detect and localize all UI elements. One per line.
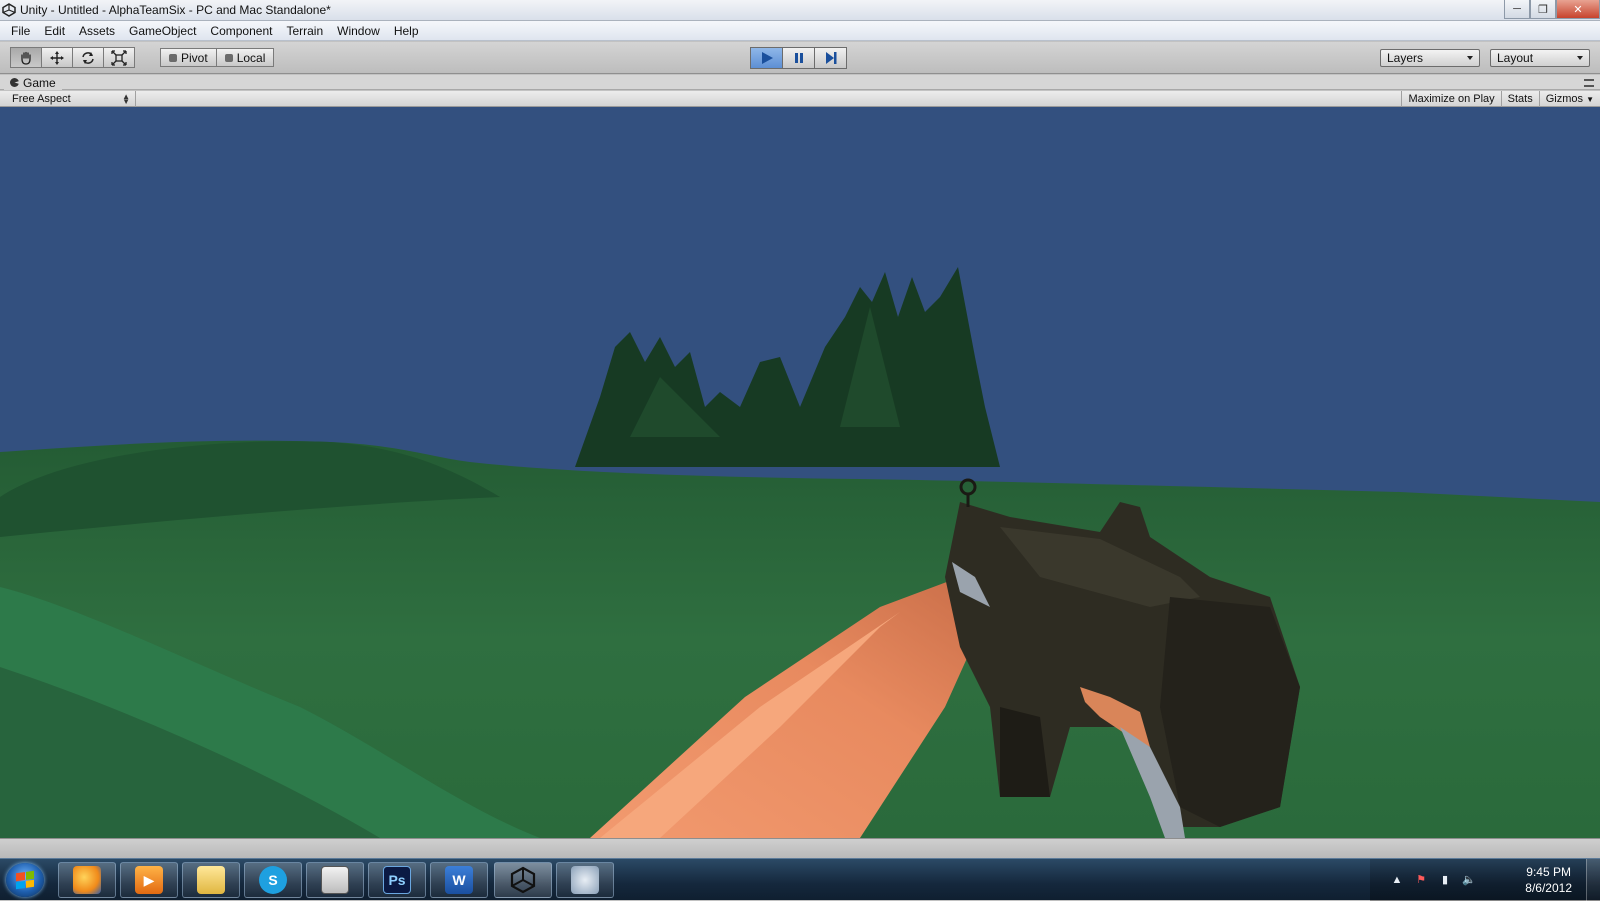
gizmos-label: Gizmos [1545, 93, 1584, 105]
layers-label: Layers [1387, 51, 1424, 65]
local-icon [224, 53, 233, 62]
move-tool-icon [50, 50, 64, 65]
file-explorer-icon [197, 866, 225, 894]
gizmos-dropdown[interactable]: Gizmos ▼ [1538, 91, 1600, 107]
menu-help[interactable]: Help [387, 24, 426, 38]
play-icon [761, 52, 773, 64]
stats-toggle[interactable]: Stats [1500, 91, 1539, 107]
chevron-down-icon [1467, 56, 1473, 60]
rotate-tool-button[interactable] [72, 47, 104, 68]
start-button[interactable] [6, 863, 44, 897]
layers-dropdown[interactable]: Layers [1380, 49, 1480, 67]
restore-icon: ❐ [1538, 3, 1548, 16]
menu-edit[interactable]: Edit [37, 24, 72, 38]
menu-terrain[interactable]: Terrain [279, 24, 330, 38]
minimize-icon: ─ [1513, 3, 1521, 15]
game-view-toolbar: Free Aspect ▲ ▼ Maximize on Play Stats Gi… [0, 91, 1600, 107]
taskbar-app-skype[interactable]: S [244, 862, 302, 898]
panel-menu-icon[interactable] [1584, 79, 1594, 87]
show-hidden-icons-icon[interactable]: ▲ [1390, 873, 1404, 887]
hand-tool-button[interactable] [10, 47, 42, 68]
game-viewport[interactable] [0, 107, 1600, 838]
taskbar-app-firefox[interactable] [58, 862, 116, 898]
main-toolbar: Pivot Local Layers Layout [0, 42, 1600, 74]
pivot-group: Pivot Local [160, 48, 275, 67]
gun-stock [1160, 597, 1300, 827]
minimize-button[interactable]: ─ [1504, 0, 1530, 19]
tab-game[interactable]: Game [4, 75, 62, 90]
game-panel-tabbar: Game [0, 75, 1600, 90]
menu-gameobject[interactable]: GameObject [122, 24, 203, 38]
close-icon: ✕ [1573, 3, 1583, 16]
rotate-tool-icon [82, 51, 94, 64]
firefox-icon [73, 866, 101, 894]
menu-assets[interactable]: Assets [72, 24, 122, 38]
volume-icon[interactable]: 🔈 [1462, 873, 1476, 887]
local-button[interactable]: Local [215, 48, 275, 67]
playback-controls [750, 47, 847, 69]
taskbar-app-network[interactable] [556, 862, 614, 898]
clock-date: 8/6/2012 [1525, 881, 1572, 895]
window-app-icon [321, 866, 349, 894]
tab-game-label: Game [23, 75, 56, 90]
taskbar-app-unity[interactable] [494, 862, 552, 898]
taskbar-app-file-explorer[interactable] [182, 862, 240, 898]
action-center-icon[interactable]: ⚑ [1414, 873, 1428, 887]
close-button[interactable]: ✕ [1556, 0, 1600, 19]
chevron-down-icon: ▼ [1586, 94, 1594, 104]
menu-file[interactable]: File [4, 24, 37, 38]
chevron-down-icon [1577, 56, 1583, 60]
unity-logo-icon [2, 3, 16, 17]
network-icon[interactable]: ▮ [1438, 873, 1452, 887]
game-scene [0, 107, 1600, 838]
pivot-label: Pivot [181, 50, 208, 65]
move-tool-button[interactable] [41, 47, 73, 68]
restore-button[interactable]: ❐ [1530, 0, 1556, 19]
maximize-on-play-toggle[interactable]: Maximize on Play [1401, 91, 1500, 107]
step-button[interactable] [814, 47, 847, 69]
layout-dropdown[interactable]: Layout [1490, 49, 1590, 67]
unity-icon [510, 866, 536, 894]
scale-tool-icon [111, 49, 127, 66]
status-bar [0, 838, 1600, 858]
pause-button[interactable] [782, 47, 815, 69]
layout-label: Layout [1497, 51, 1534, 65]
aspect-label: Free Aspect [12, 93, 71, 105]
menu-component[interactable]: Component [203, 24, 279, 38]
window-titlebar: Unity - Untitled - AlphaTeamSix - PC and… [0, 0, 1600, 21]
network-app-icon [571, 866, 599, 894]
photoshop-icon: Ps [383, 866, 411, 894]
taskbar-app-word[interactable]: W [430, 862, 488, 898]
pivot-icon [169, 53, 177, 62]
game-view-icon [10, 78, 19, 87]
aspect-dropdown[interactable]: Free Aspect ▲ ▼ [4, 91, 136, 107]
media-player-icon: ▶ [135, 866, 163, 894]
system-tray: ▲ ⚑ ▮ 🔈 9:45 PM 8/6/2012 [1370, 859, 1600, 901]
pivot-button[interactable]: Pivot [160, 48, 217, 67]
menu-bar: File Edit Assets GameObject Component Te… [0, 21, 1600, 41]
show-desktop-button[interactable] [1586, 859, 1600, 901]
updown-arrows-icon: ▲ ▼ [122, 92, 130, 106]
skype-icon: S [259, 866, 287, 894]
pause-icon [794, 53, 803, 63]
maximize-on-play-label: Maximize on Play [1408, 93, 1495, 105]
window-title: Unity - Untitled - AlphaTeamSix - PC and… [20, 3, 331, 17]
taskbar-app-media-player[interactable]: ▶ [120, 862, 178, 898]
menu-window[interactable]: Window [330, 24, 387, 38]
windows-logo-icon [16, 870, 34, 890]
hand-tool-icon [21, 51, 31, 65]
local-label: Local [236, 50, 266, 65]
step-icon [825, 52, 836, 64]
transform-tools [10, 47, 135, 68]
windows-taskbar: ▶ S Ps W ▲ ⚑ ▮ 🔈 9:45 PM 8/6/2012 [0, 858, 1600, 901]
taskbar-app-window[interactable] [306, 862, 364, 898]
word-icon: W [445, 866, 473, 894]
clock[interactable]: 9:45 PM 8/6/2012 [1525, 864, 1572, 896]
taskbar-app-photoshop[interactable]: Ps [368, 862, 426, 898]
play-button[interactable] [750, 47, 783, 69]
clock-time: 9:45 PM [1526, 865, 1571, 879]
stats-label: Stats [1507, 93, 1533, 105]
scale-tool-button[interactable] [103, 47, 135, 68]
